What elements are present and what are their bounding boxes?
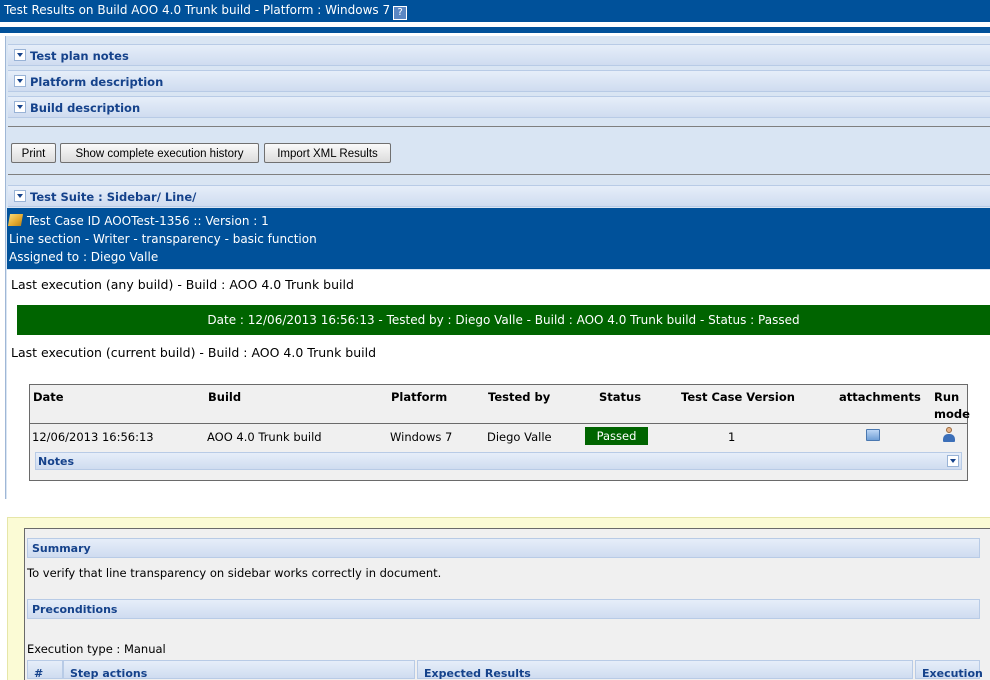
notes-toggle[interactable]: Notes [35, 452, 962, 470]
separator-bar [0, 27, 990, 33]
summary-header: Summary [27, 538, 980, 558]
expand-triangle-icon[interactable] [14, 49, 26, 61]
row-tested-by: Diego Valle [487, 430, 552, 444]
person-head [946, 427, 952, 433]
steps-col-expected: Expected Results [417, 660, 913, 680]
steps-col-expected-label: Expected Results [424, 667, 531, 680]
test-suite-label: Test Suite : Sidebar/ Line/ [30, 190, 197, 204]
test-case-id-line: Test Case ID AOOTest-1356 :: Version : 1 [7, 214, 269, 228]
test-case-id-text: Test Case ID AOOTest-1356 :: Version : 1 [27, 214, 269, 228]
page-title-text: Test Results on Build AOO 4.0 Trunk buil… [4, 3, 391, 17]
row-tc-version: 1 [728, 430, 736, 444]
test-plan-notes-label: Test plan notes [30, 49, 129, 63]
run-mode-line1: Run [934, 390, 960, 404]
test-case-assignee: Assigned to : Diego Valle [9, 250, 159, 264]
platform-description-toggle[interactable]: Platform description [8, 70, 990, 92]
last-execution-status-bar: Date : 12/06/2013 16:56:13 - Tested by :… [17, 305, 990, 335]
steps-col-num-label: # [34, 667, 44, 680]
build-description-label: Build description [30, 101, 141, 115]
notes-label: Notes [38, 455, 75, 468]
preconditions-label: Preconditions [32, 603, 118, 616]
col-header-tested-by: Tested by [488, 390, 551, 404]
test-case-header: Test Case ID AOOTest-1356 :: Version : 1… [7, 208, 990, 269]
last-execution-any-label: Last execution (any build) - Build : AOO… [11, 277, 354, 292]
build-description-toggle[interactable]: Build description [8, 96, 990, 118]
summary-text: To verify that line transparency on side… [27, 566, 442, 580]
expand-triangle-icon[interactable] [14, 75, 26, 87]
edit-pencil-icon[interactable] [7, 214, 24, 226]
expand-triangle-icon[interactable] [947, 455, 959, 467]
page-title: Test Results on Build AOO 4.0 Trunk buil… [4, 3, 408, 20]
test-plan-notes-toggle[interactable]: Test plan notes [8, 44, 990, 66]
col-header-status: Status [599, 390, 642, 404]
expand-triangle-icon[interactable] [14, 101, 26, 113]
steps-col-actions: Step actions [63, 660, 415, 680]
platform-description-label: Platform description [30, 75, 164, 89]
divider [8, 126, 990, 127]
row-platform: Windows 7 [390, 430, 453, 444]
expand-triangle-icon[interactable] [14, 190, 26, 202]
preconditions-header: Preconditions [27, 599, 980, 619]
status-badge: Passed [585, 427, 648, 445]
person-body [943, 434, 955, 442]
steps-col-actions-label: Step actions [70, 667, 148, 680]
manual-run-mode-icon [942, 427, 956, 443]
col-header-platform: Platform [391, 390, 448, 404]
import-xml-button[interactable]: Import XML Results [264, 143, 391, 163]
col-header-build: Build [208, 390, 242, 404]
last-execution-current-label: Last execution (current build) - Build :… [11, 345, 377, 360]
test-case-name: Line section - Writer - transparency - b… [9, 232, 317, 246]
col-header-date: Date [33, 390, 64, 404]
show-history-button[interactable]: Show complete execution history [60, 143, 259, 163]
steps-col-execution-label: Execution [922, 667, 983, 680]
summary-label: Summary [32, 542, 91, 555]
print-button[interactable]: Print [11, 143, 56, 163]
row-date: 12/06/2013 16:56:13 [32, 430, 154, 444]
run-mode-line2: mode [934, 407, 970, 421]
execution-type: Execution type : Manual [27, 642, 166, 656]
col-header-tc-version: Test Case Version [681, 390, 795, 404]
test-suite-toggle[interactable]: Test Suite : Sidebar/ Line/ [8, 185, 990, 207]
divider [8, 174, 990, 175]
window-title-bar: Test Results on Build AOO 4.0 Trunk buil… [0, 0, 990, 22]
col-header-attachments: attachments [839, 390, 921, 404]
help-icon[interactable]: ? [393, 6, 408, 20]
row-build: AOO 4.0 Trunk build [207, 430, 322, 444]
steps-col-num: # [27, 660, 63, 680]
table-header-divider [30, 423, 967, 424]
col-header-run-mode: Run mode [934, 389, 970, 423]
attachment-folder-icon[interactable] [866, 429, 880, 441]
steps-col-execution: Execution [915, 660, 983, 680]
execution-table: Date Build Platform Tested by Status Tes… [29, 384, 970, 481]
